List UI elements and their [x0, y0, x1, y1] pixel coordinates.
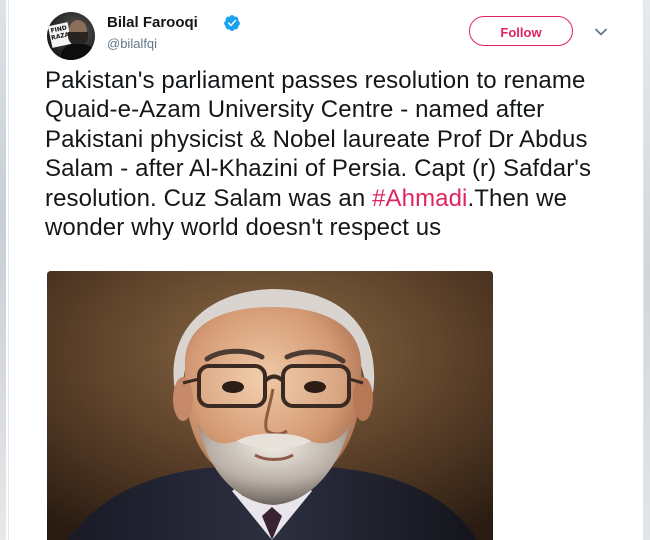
- tweet-text: Pakistan's parliament passes resolution …: [45, 66, 611, 242]
- chevron-down-icon[interactable]: [593, 24, 609, 40]
- avatar[interactable]: FIND RAZA: [47, 12, 95, 60]
- user-handle[interactable]: @bilalfqi: [107, 36, 157, 51]
- tweet-photo[interactable]: [47, 271, 493, 540]
- verified-icon: [223, 14, 241, 32]
- portrait-painting: [47, 271, 493, 540]
- tweet-page: FIND RAZA Bilal Farooqi @bilalfqi Follow…: [0, 0, 650, 540]
- hashtag-link[interactable]: #Ahmadi: [372, 185, 467, 212]
- avatar-shirt: [61, 44, 95, 60]
- background-strip-left: [0, 0, 6, 540]
- follow-button[interactable]: Follow: [469, 16, 573, 46]
- display-name[interactable]: Bilal Farooqi: [107, 14, 198, 31]
- background-strip-right: [644, 0, 650, 540]
- tweet-card: FIND RAZA Bilal Farooqi @bilalfqi Follow…: [8, 0, 644, 540]
